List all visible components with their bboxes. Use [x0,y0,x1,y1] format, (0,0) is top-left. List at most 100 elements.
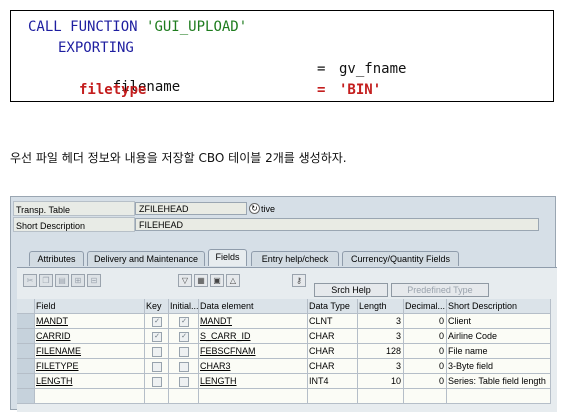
data-type-cell: CHAR [308,344,358,359]
col-header-data-type: Data Type [308,299,358,314]
predefined-type-button[interactable]: Predefined Type [391,283,489,297]
calculator-icon[interactable]: ▣ [210,274,224,287]
cut-icon[interactable]: ✂ [23,274,37,287]
short-description-label: Short Description [13,217,135,232]
short-description-cell: Client [447,314,551,329]
insert-row-icon[interactable]: ⊞ [71,274,85,287]
empty-cell[interactable] [404,389,447,404]
data-element-cell[interactable]: FEBSCFNAM [199,344,308,359]
decimal-cell: 0 [404,329,447,344]
row-selector[interactable] [17,329,35,344]
tab-attributes[interactable]: Attributes [29,251,84,266]
value-gv-fname: gv_fname [339,61,407,77]
field-cell[interactable]: LENGTH [35,374,145,389]
length-cell: 3 [358,329,404,344]
col-header-field: Field [35,299,145,314]
key-checkbox[interactable]: ✓ [145,329,169,344]
status-text: tive [261,204,276,214]
decimal-cell: 0 [404,374,447,389]
empty-cell[interactable] [169,389,199,404]
initial-checkbox[interactable] [169,374,199,389]
key-checkbox[interactable] [145,344,169,359]
data-type-cell: CHAR [308,359,358,374]
call-function-keyword: CALL FUNCTION [28,19,138,35]
initial-checkbox[interactable]: ✓ [169,314,199,329]
empty-cell[interactable] [199,389,308,404]
code-line-1: CALL FUNCTION 'GUI_UPLOAD' [28,18,247,36]
select-all-header[interactable] [17,299,35,314]
short-description-cell: File name [447,344,551,359]
transp-table-field[interactable]: ZFILEHEAD [135,202,247,215]
code-line-2: EXPORTING [58,40,134,56]
tab-currency-quantity-fields[interactable]: Currency/Quantity Fields [342,251,459,266]
empty-cell[interactable] [308,389,358,404]
field-cell[interactable]: FILENAME [35,344,145,359]
data-type-cell: CLNT [308,314,358,329]
row-selector[interactable] [17,314,35,329]
code-snippet: CALL FUNCTION 'GUI_UPLOAD' EXPORTING fil… [10,10,554,102]
delete-row-icon[interactable]: ⊟ [87,274,101,287]
col-header-decimal: Decimal... [404,299,447,314]
decimal-cell: 0 [404,344,447,359]
paste-icon[interactable]: ▤ [55,274,69,287]
copy-icon[interactable]: ❐ [39,274,53,287]
field-cell[interactable]: CARRID [35,329,145,344]
length-cell: 128 [358,344,404,359]
row-selector[interactable] [17,374,35,389]
initial-checkbox[interactable] [169,344,199,359]
tab-entry-help-check[interactable]: Entry help/check [251,251,339,266]
col-header-short-description: Short Description [447,299,551,314]
tab-fields[interactable]: Fields [208,249,247,266]
srch-help-button[interactable]: Srch Help [314,283,388,297]
data-element-cell[interactable]: CHAR3 [199,359,308,374]
length-cell: 10 [358,374,404,389]
transp-table-row: Transp. Table ZFILEHEAD ↻ tive [11,201,557,217]
description-sentence: 우선 파일 헤더 정보와 내용을 저장할 CBO 테이블 2개를 생성하자. [10,151,347,165]
length-cell: 3 [358,359,404,374]
empty-cell[interactable] [447,389,551,404]
value-bin: 'BIN' [339,82,382,98]
col-header-length: Length [358,299,404,314]
triangle-icon[interactable]: △ [226,274,240,287]
field-cell[interactable]: MANDT [35,314,145,329]
row-selector[interactable] [17,389,35,404]
col-header-initial: Initial... [169,299,199,314]
data-element-cell[interactable]: MANDT [199,314,308,329]
decimal-cell: 0 [404,314,447,329]
data-element-cell[interactable]: S_CARR_ID [199,329,308,344]
tab-delivery-and-maintenance[interactable]: Delivery and Maintenance [87,251,205,266]
key-checkbox[interactable]: ✓ [145,314,169,329]
key-checkbox[interactable] [145,374,169,389]
filter-icon[interactable]: ▽ [178,274,192,287]
short-description-cell: 3-Byte field [447,359,551,374]
empty-cell[interactable] [35,389,145,404]
equals-sign: = [317,61,326,77]
col-header-key: Key [145,299,169,314]
length-cell: 3 [358,314,404,329]
short-description-cell: Series: Table field length [447,374,551,389]
refresh-icon[interactable]: ↻ [249,203,260,214]
empty-cell[interactable] [358,389,404,404]
empty-cell[interactable] [145,389,169,404]
function-name-string: 'GUI_UPLOAD' [146,19,248,35]
row-selector[interactable] [17,359,35,374]
data-type-cell: INT4 [308,374,358,389]
data-type-cell: CHAR [308,329,358,344]
structure-icon[interactable]: ▦ [194,274,208,287]
decimal-cell: 0 [404,359,447,374]
key-icon[interactable]: ⚷ [292,274,306,287]
equals-sign: = [317,82,326,98]
key-checkbox[interactable] [145,359,169,374]
col-header-data-element: Data element [199,299,308,314]
short-description-row: Short Description FILEHEAD [11,217,557,233]
short-description-cell: Airline Code [447,329,551,344]
sap-table-editor: Transp. Table ZFILEHEAD ↻ tive Short Des… [10,196,557,412]
row-selector[interactable] [17,344,35,359]
initial-checkbox[interactable]: ✓ [169,329,199,344]
transp-table-label: Transp. Table [13,201,135,216]
field-cell[interactable]: FILETYPE [35,359,145,374]
param-filetype: filetype [79,82,147,98]
data-element-cell[interactable]: LENGTH [199,374,308,389]
initial-checkbox[interactable] [169,359,199,374]
short-description-field[interactable]: FILEHEAD [135,218,539,231]
